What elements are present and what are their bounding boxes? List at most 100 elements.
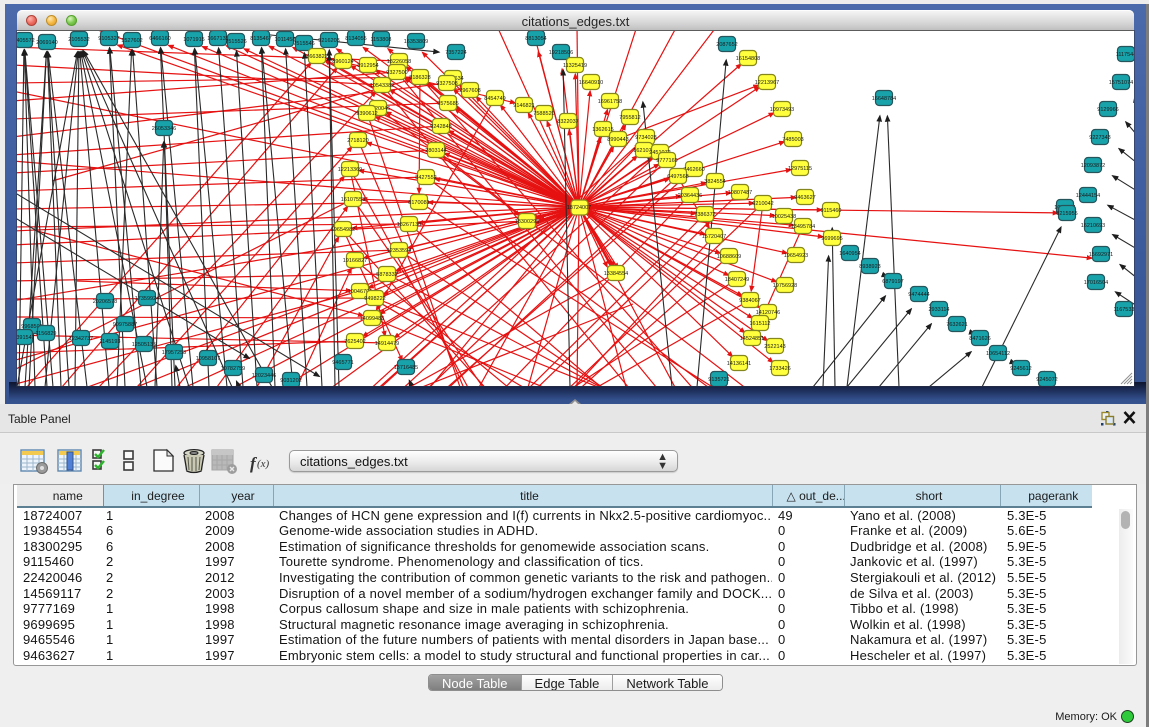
svg-text:16154808: 16154808 bbox=[736, 56, 760, 62]
svg-text:8813054: 8813054 bbox=[525, 36, 546, 42]
svg-text:2967608: 2967608 bbox=[459, 88, 480, 94]
svg-text:1167533: 1167533 bbox=[1113, 307, 1134, 313]
svg-text:18724007: 18724007 bbox=[567, 205, 591, 211]
svg-text:14136141: 14136141 bbox=[727, 361, 751, 367]
svg-text:10807487: 10807487 bbox=[728, 190, 752, 196]
svg-text:9242848: 9242848 bbox=[430, 124, 451, 130]
svg-text:9777169: 9777169 bbox=[656, 158, 677, 164]
svg-text:6879197: 6879197 bbox=[882, 279, 903, 285]
svg-text:10025438: 10025438 bbox=[772, 214, 796, 220]
svg-text:7357224: 7357224 bbox=[445, 50, 466, 56]
svg-text:9463627: 9463627 bbox=[794, 195, 815, 201]
svg-text:20364436: 20364436 bbox=[678, 193, 702, 199]
svg-text:8960124: 8960124 bbox=[332, 59, 353, 65]
svg-text:9245072: 9245072 bbox=[1036, 377, 1057, 383]
svg-text:10688609: 10688609 bbox=[717, 254, 741, 260]
svg-text:13716485: 13716485 bbox=[394, 365, 418, 371]
svg-text:9465771: 9465771 bbox=[332, 360, 353, 366]
svg-text:8912954: 8912954 bbox=[357, 63, 378, 69]
svg-text:7663822: 7663822 bbox=[306, 54, 327, 60]
svg-text:16107553: 16107553 bbox=[341, 197, 365, 203]
svg-text:8215955: 8215955 bbox=[1056, 211, 1077, 217]
svg-text:14914479: 14914479 bbox=[375, 341, 399, 347]
svg-text:9327500: 9327500 bbox=[386, 70, 407, 76]
svg-text:8427552: 8427552 bbox=[415, 175, 436, 181]
svg-text:14099483: 14099483 bbox=[360, 316, 384, 322]
svg-text:12213369: 12213369 bbox=[338, 167, 362, 173]
svg-text:3824554: 3824554 bbox=[704, 179, 725, 185]
svg-text:18267130: 18267130 bbox=[397, 222, 421, 228]
svg-text:19218506: 19218506 bbox=[549, 50, 573, 56]
svg-text:10973493: 10973493 bbox=[770, 107, 794, 113]
svg-text:16210693: 16210693 bbox=[1081, 223, 1105, 229]
svg-text:9699695: 9699695 bbox=[821, 236, 842, 242]
svg-text:7515546: 7515546 bbox=[293, 41, 314, 47]
svg-text:7588520: 7588520 bbox=[533, 111, 554, 117]
svg-text:19654982: 19654982 bbox=[331, 227, 355, 233]
svg-text:8471626: 8471626 bbox=[969, 336, 990, 342]
svg-text:9327508: 9327508 bbox=[436, 81, 457, 87]
svg-text:12353594: 12353594 bbox=[387, 248, 411, 254]
svg-text:6210042: 6210042 bbox=[752, 201, 773, 207]
svg-text:7485003: 7485003 bbox=[782, 137, 803, 143]
svg-text:9227343: 9227343 bbox=[1089, 135, 1110, 141]
svg-text:16640910: 16640910 bbox=[579, 80, 603, 86]
svg-text:15692971: 15692971 bbox=[1089, 252, 1113, 258]
svg-text:12213967: 12213967 bbox=[755, 80, 779, 86]
svg-text:2933114: 2933114 bbox=[928, 307, 949, 313]
svg-text:(x): (x) bbox=[257, 458, 270, 470]
svg-text:16648784: 16648784 bbox=[872, 96, 896, 102]
svg-text:2522143: 2522143 bbox=[764, 344, 785, 350]
svg-text:19654923: 19654923 bbox=[784, 253, 808, 259]
svg-text:6497568: 6497568 bbox=[667, 174, 688, 180]
svg-text:12444154: 12444154 bbox=[1076, 193, 1100, 199]
svg-text:2087652: 2087652 bbox=[716, 42, 737, 48]
svg-text:9245612: 9245612 bbox=[1010, 366, 1031, 372]
svg-text:12975115: 12975115 bbox=[788, 166, 812, 172]
svg-text:9384067: 9384067 bbox=[739, 298, 760, 304]
svg-text:8170081: 8170081 bbox=[408, 200, 429, 206]
svg-text:5878332: 5878332 bbox=[376, 272, 397, 278]
svg-text:13495784: 13495784 bbox=[791, 224, 815, 230]
svg-text:13384554: 13384554 bbox=[604, 271, 628, 277]
svg-text:8454749: 8454749 bbox=[484, 96, 505, 102]
svg-text:10654112: 10654112 bbox=[986, 351, 1010, 357]
svg-text:9474444: 9474444 bbox=[908, 292, 929, 298]
svg-text:11325419: 11325419 bbox=[563, 63, 587, 69]
svg-text:10543382: 10543382 bbox=[370, 83, 394, 89]
svg-text:9115460: 9115460 bbox=[820, 208, 841, 214]
svg-text:2803144: 2803144 bbox=[425, 148, 446, 154]
svg-text:7955812: 7955812 bbox=[619, 115, 640, 121]
svg-text:7632621: 7632621 bbox=[946, 322, 967, 328]
svg-text:7386372: 7386372 bbox=[694, 212, 715, 218]
svg-text:14524851: 14524851 bbox=[740, 336, 764, 342]
svg-text:18300295: 18300295 bbox=[515, 219, 539, 225]
svg-text:1153808: 1153808 bbox=[370, 37, 391, 43]
svg-text:1733426: 1733426 bbox=[769, 366, 790, 372]
svg-text:1640954: 1640954 bbox=[839, 251, 860, 257]
svg-text:15720407: 15720407 bbox=[702, 234, 726, 240]
svg-text:8322037: 8322037 bbox=[557, 119, 578, 125]
svg-text:19166827: 19166827 bbox=[343, 258, 367, 264]
svg-text:9575685: 9575685 bbox=[437, 101, 458, 107]
svg-text:8134055: 8134055 bbox=[345, 36, 366, 42]
svg-text:1615112: 1615112 bbox=[749, 321, 770, 327]
svg-text:8990443: 8990443 bbox=[607, 137, 628, 143]
svg-text:1117544: 1117544 bbox=[1116, 52, 1134, 58]
svg-text:15751074: 15751074 bbox=[1109, 80, 1133, 86]
svg-text:19756928: 19756928 bbox=[773, 283, 797, 289]
svg-text:9734028: 9734028 bbox=[635, 135, 656, 141]
svg-text:8186328: 8186328 bbox=[409, 75, 430, 81]
svg-text:12093872: 12093872 bbox=[1081, 163, 1105, 169]
svg-text:7625402: 7625402 bbox=[344, 339, 365, 345]
svg-text:9146821: 9146821 bbox=[513, 103, 534, 109]
svg-text:18407249: 18407249 bbox=[725, 277, 749, 283]
svg-text:8938923: 8938923 bbox=[859, 264, 880, 270]
svg-text:9390612: 9390612 bbox=[356, 111, 377, 117]
svg-text:9135721: 9135721 bbox=[708, 377, 729, 383]
svg-text:9216203: 9216203 bbox=[318, 38, 339, 44]
svg-text:9129966: 9129966 bbox=[1097, 107, 1118, 113]
svg-text:16961758: 16961758 bbox=[598, 99, 622, 105]
svg-text:2718120: 2718120 bbox=[347, 138, 368, 144]
svg-text:9498222: 9498222 bbox=[364, 296, 385, 302]
